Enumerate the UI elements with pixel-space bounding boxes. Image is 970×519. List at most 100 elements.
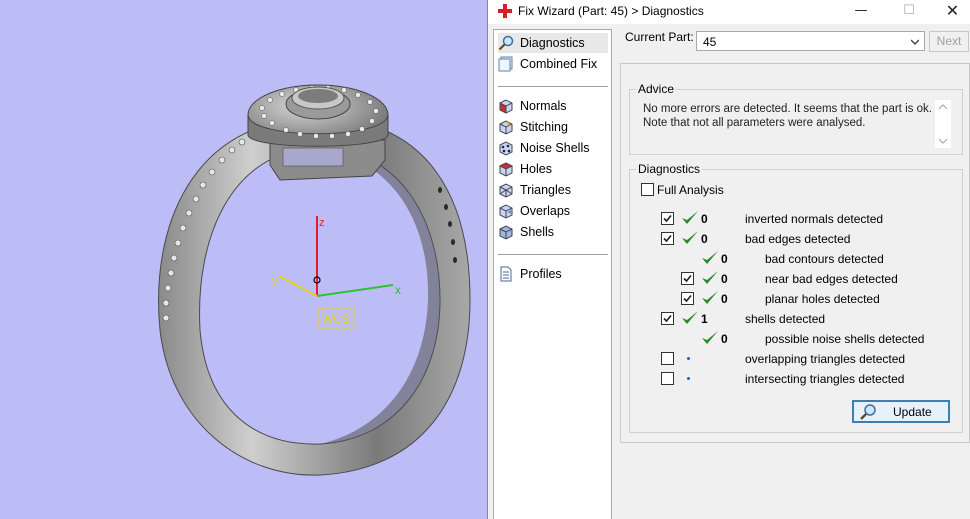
nav-item-label: Combined Fix <box>520 57 598 71</box>
stitching-cube-icon <box>499 120 513 135</box>
holes-cube-icon <box>498 162 514 177</box>
x-axis-line <box>316 284 394 297</box>
current-part-label: Current Part: <box>625 30 694 44</box>
maximize-button[interactable]: ☐ <box>886 0 932 22</box>
pending-dot-icon <box>687 357 690 360</box>
green-check-icon <box>682 311 698 324</box>
title-bar[interactable]: Fix Wizard (Part: 45) > Diagnostics — ☐ … <box>488 0 970 24</box>
update-label: Update <box>893 405 932 419</box>
diagnostics-title: Diagnostics <box>636 162 703 176</box>
update-button[interactable]: Update <box>852 400 950 423</box>
nav-item-label: Shells <box>520 225 555 239</box>
checkmark-icon <box>683 294 692 303</box>
diagnostic-checkbox[interactable] <box>681 292 694 305</box>
diagnostic-checkbox[interactable] <box>681 272 694 285</box>
normals-cube-icon <box>499 99 513 114</box>
scroll-down-icon <box>938 138 948 144</box>
diagnostic-count: 0 <box>701 232 708 246</box>
diagnostic-count: 0 <box>721 272 728 286</box>
nav-item-label: Profiles <box>520 267 562 281</box>
nav-item-label: Diagnostics <box>520 36 585 50</box>
next-button[interactable]: Next <box>929 31 969 52</box>
magnifier-icon <box>860 404 876 420</box>
nav-item-label: Stitching <box>520 120 568 134</box>
green-check-icon <box>682 231 698 244</box>
advice-line: Note that not all parameters were analys… <box>643 116 866 129</box>
diagnostic-label: shells detected <box>745 312 826 326</box>
nav-item-overlaps[interactable]: Overlaps <box>498 201 608 221</box>
diagnostic-checkbox[interactable] <box>661 352 674 365</box>
pending-dot-icon <box>687 377 690 380</box>
z-axis-label: z <box>319 217 325 229</box>
diagnostic-count: 0 <box>721 332 728 346</box>
wcs-label: WCS <box>322 312 350 326</box>
nav-item-profiles[interactable]: Profiles <box>498 264 608 284</box>
combined-fix-icon <box>498 56 513 72</box>
diagnostic-count: 0 <box>721 292 728 306</box>
current-part-select[interactable]: 45 <box>696 31 925 51</box>
window-title: Fix Wizard (Part: 45) > Diagnostics <box>518 4 704 18</box>
nav-item-shells[interactable]: Shells <box>498 222 608 242</box>
nav-item-label: Triangles <box>520 183 571 197</box>
green-check-icon <box>682 211 698 224</box>
advice-line: No more errors are detected. It seems th… <box>643 103 932 115</box>
green-check-icon <box>702 251 718 264</box>
full-analysis-label: Full Analysis <box>657 183 724 197</box>
diagnostic-count: 0 <box>701 212 708 226</box>
nav-separator <box>498 86 608 87</box>
diagnostic-label: intersecting triangles detected <box>745 372 905 386</box>
checkmark-icon <box>683 274 692 283</box>
diagnostic-checkbox[interactable] <box>661 312 674 325</box>
y-axis-label: y <box>272 275 278 287</box>
triangles-cube-icon <box>499 183 513 198</box>
diagnostic-label: near bad edges detected <box>765 272 898 286</box>
nav-panel: Diagnostics Combined Fix Normals Stitchi… <box>493 29 612 519</box>
diagnostic-count: 1 <box>701 312 708 326</box>
nav-item-noise-shells[interactable]: Noise Shells <box>498 138 608 158</box>
fix-wizard-dialog: Fix Wizard (Part: 45) > Diagnostics — ☐ … <box>487 0 970 519</box>
nav-item-stitching[interactable]: Stitching <box>498 117 608 137</box>
diagnostic-label: bad edges detected <box>745 232 851 246</box>
nav-item-label: Overlaps <box>520 204 571 218</box>
nav-item-label: Noise Shells <box>520 141 590 155</box>
green-check-icon <box>702 291 718 304</box>
checkmark-icon <box>663 214 672 223</box>
noise-shells-icon <box>499 141 513 156</box>
nav-item-combined-fix[interactable]: Combined Fix <box>498 54 608 74</box>
nav-item-label: Normals <box>520 99 567 113</box>
nav-item-triangles[interactable]: Triangles <box>498 180 608 200</box>
y-axis-line <box>278 275 318 297</box>
diagnostic-checkbox[interactable] <box>661 212 674 225</box>
wcs-axes: z x y WCS <box>272 216 401 329</box>
document-icon <box>500 266 512 282</box>
x-axis-label: x <box>395 283 401 297</box>
nav-item-normals[interactable]: Normals <box>498 96 608 116</box>
nav-item-label: Holes <box>520 162 552 176</box>
nav-item-diagnostics[interactable]: Diagnostics <box>498 33 608 53</box>
advice-text: No more errors are detected. It seems th… <box>643 103 943 130</box>
3d-viewport[interactable]: z x y WCS <box>0 0 487 519</box>
checkmark-icon <box>663 314 672 323</box>
overlaps-cube-icon <box>499 204 513 219</box>
shells-cube-icon <box>499 225 513 240</box>
nav-item-holes[interactable]: Holes <box>498 159 608 179</box>
close-button[interactable]: ✕ <box>934 0 970 22</box>
full-analysis-checkbox[interactable] <box>641 183 654 196</box>
green-check-icon <box>702 331 718 344</box>
red-cross-icon <box>498 4 512 18</box>
advice-title: Advice <box>636 82 677 96</box>
diagnostic-count: 0 <box>721 252 728 266</box>
diagnostic-label: possible noise shells detected <box>765 332 925 346</box>
diagnostic-label: bad contours detected <box>765 252 884 266</box>
diagnostic-label: inverted normals detected <box>745 212 884 226</box>
current-part-value: 45 <box>703 35 717 49</box>
chevron-down-icon <box>911 39 919 45</box>
checkmark-icon <box>663 234 672 243</box>
diagnostic-checkbox[interactable] <box>661 232 674 245</box>
nav-separator <box>498 254 608 255</box>
minimize-button[interactable]: — <box>838 0 884 22</box>
scroll-up-icon <box>938 104 948 110</box>
green-check-icon <box>702 271 718 284</box>
advice-scrollbar[interactable] <box>935 100 951 148</box>
diagnostic-checkbox[interactable] <box>661 372 674 385</box>
